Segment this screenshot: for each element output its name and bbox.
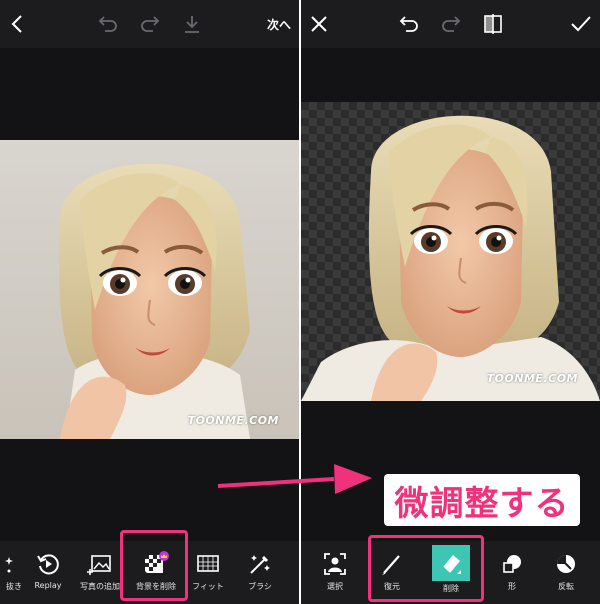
canvas-area-top (301, 48, 600, 102)
redo-icon[interactable] (138, 12, 162, 36)
tool-replay[interactable]: Replay (20, 551, 76, 590)
tool-label: 選択 (327, 582, 343, 591)
toon-portrait-photo: TOONME.COM (0, 140, 299, 439)
invert-icon (557, 555, 575, 573)
right-top-bar (301, 0, 600, 48)
select-person-icon (324, 553, 346, 575)
callout-text: 微調整する (394, 484, 570, 524)
undo-icon[interactable] (397, 12, 421, 36)
refine-tools-highlight (368, 535, 484, 602)
tool-shape[interactable]: 形 (484, 551, 540, 592)
left-top-bar: 次へ (0, 0, 299, 48)
tool-label: 反転 (558, 582, 574, 591)
left-editor-screen: 次へ TOONME.COM 抜き Replay 写真の追加 背景を削除 フィット… (0, 0, 299, 604)
undo-icon[interactable] (96, 12, 120, 36)
tool-fit[interactable]: フィット (180, 551, 236, 592)
canvas-area-top (0, 48, 299, 140)
close-icon[interactable] (307, 12, 331, 36)
download-icon[interactable] (180, 12, 204, 36)
next-button[interactable]: 次へ (267, 16, 291, 33)
tool-label: 形 (508, 582, 516, 591)
tool-label: フィット (192, 582, 224, 591)
callout-box: 微調整する (384, 474, 580, 526)
compare-icon[interactable] (481, 12, 505, 36)
remove-background-highlight (120, 530, 188, 601)
redo-icon[interactable] (439, 12, 463, 36)
tool-invert[interactable]: 反転 (538, 551, 594, 592)
tool-label: ブラシ (248, 582, 272, 591)
replay-icon (37, 554, 59, 575)
brush-sparkle-icon (250, 555, 270, 574)
add-photo-icon (87, 555, 111, 575)
tool-brush[interactable]: ブラシ (232, 551, 288, 592)
check-icon[interactable] (569, 12, 593, 36)
sparkle-icon (5, 557, 13, 573)
watermark: TOONME.COM (187, 414, 279, 427)
cutout-portrait-photo: TOONME.COM (301, 102, 600, 401)
fit-icon (197, 555, 219, 572)
canvas-area-bottom (0, 439, 299, 541)
tool-label: Replay (34, 581, 62, 590)
tool-select[interactable]: 選択 (307, 551, 363, 592)
back-icon[interactable] (6, 12, 30, 36)
watermark: TOONME.COM (486, 372, 578, 385)
shape-icon (503, 555, 521, 573)
